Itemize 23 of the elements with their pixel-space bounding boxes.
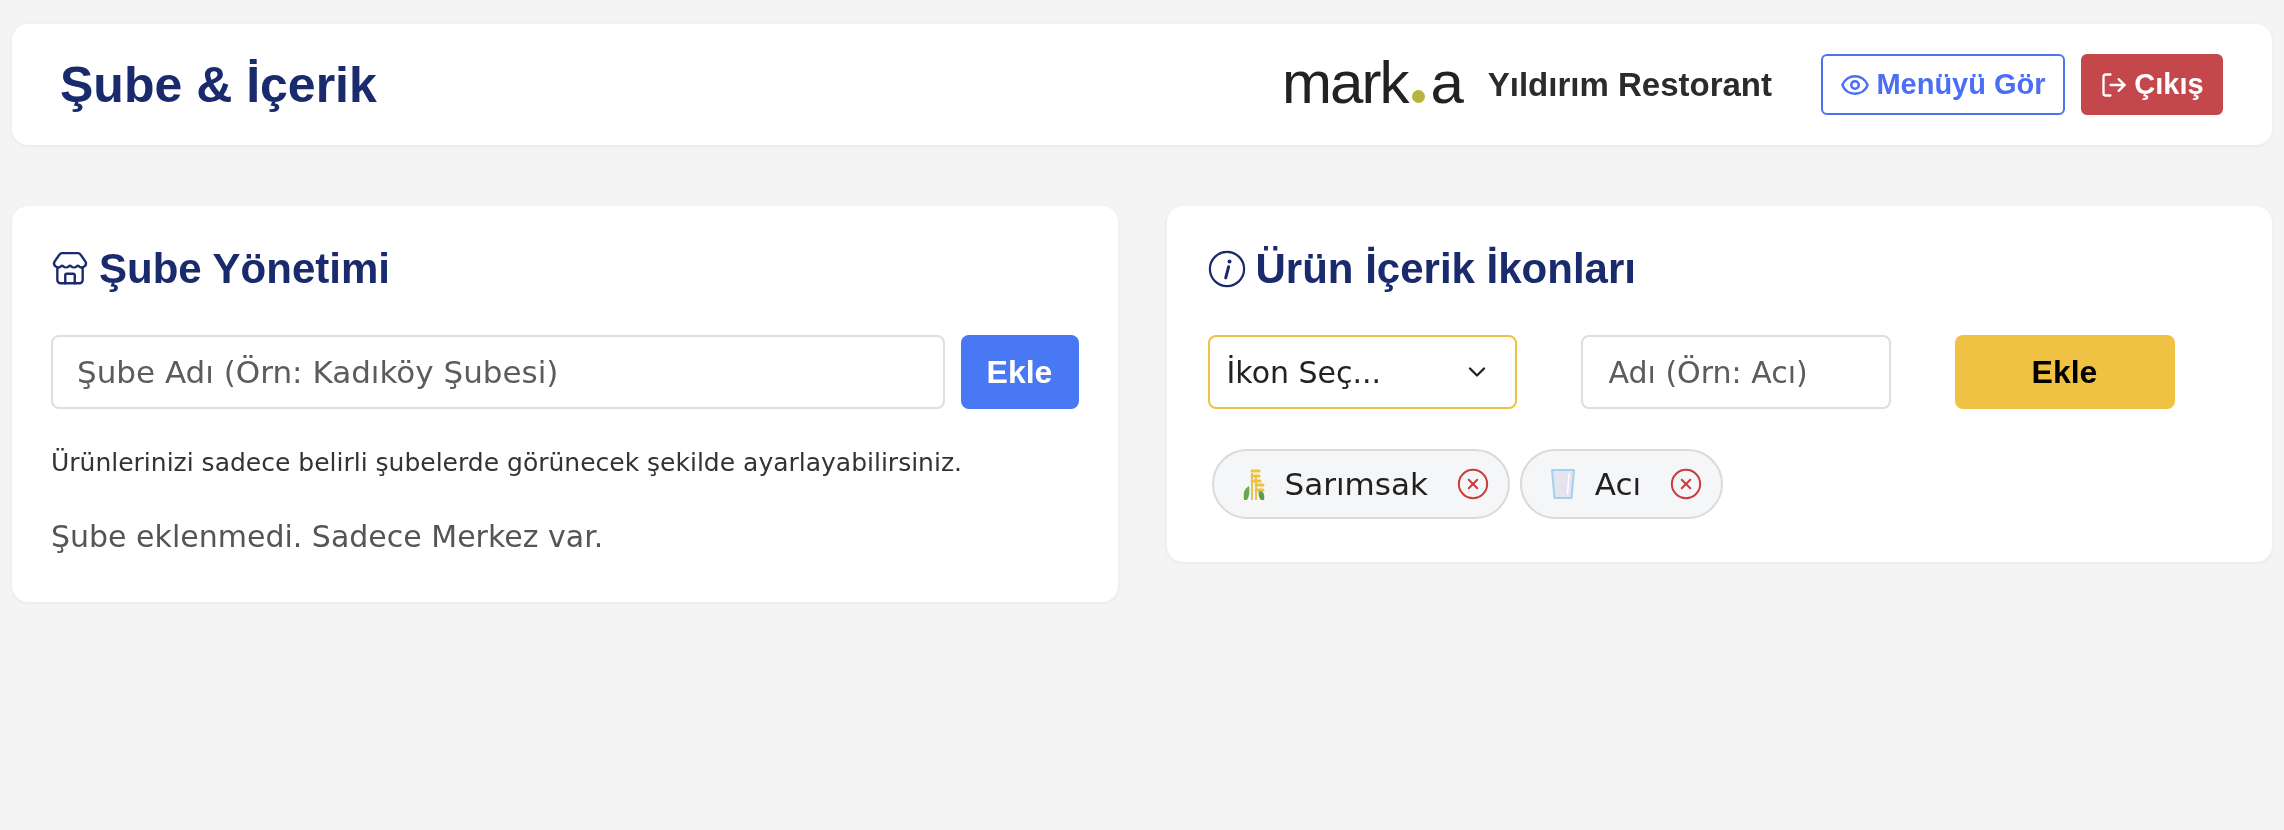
logout-button[interactable]: Çıkış	[2081, 54, 2223, 115]
view-menu-button[interactable]: Menüyü Gör	[1821, 54, 2065, 115]
wheat-icon	[1241, 467, 1266, 501]
restaurant-name: Yıldırım Restorant	[1487, 64, 1772, 105]
glass-icon	[1549, 468, 1576, 500]
page-title: Şube & İçerik	[60, 59, 377, 110]
icon-select[interactable]: İkon Seç...	[1207, 335, 1517, 409]
branch-name-input[interactable]: Şube Adı (Örn: Kadıköy Şubesi)	[51, 335, 945, 409]
add-branch-button[interactable]: Ekle	[960, 335, 1079, 409]
dot-icon	[1412, 90, 1426, 103]
tag-label: Acı	[1594, 464, 1642, 504]
remove-icon[interactable]	[1669, 467, 1704, 501]
logo-text: mark	[1282, 53, 1408, 113]
logo-text: a	[1430, 53, 1462, 113]
tag-label: Sarımsak	[1284, 464, 1428, 504]
empty-message: Şube eklenmedi. Sadece Merkez var.	[51, 518, 605, 556]
add-icon-button[interactable]: Ekle	[1954, 335, 2175, 409]
hint-text: Ürünlerinizi sadece belirli şubelerde görünecek şekilde ayarlayabilirsiniz.	[51, 447, 963, 479]
section-title: Ürün İçerik İkonları	[1255, 248, 1636, 290]
icon-name-input[interactable]: Adı (Örn: Acı)	[1580, 335, 1891, 409]
remove-icon[interactable]	[1455, 467, 1490, 501]
info-icon	[1207, 250, 1246, 288]
section-title: Şube Yönetimi	[99, 248, 390, 290]
